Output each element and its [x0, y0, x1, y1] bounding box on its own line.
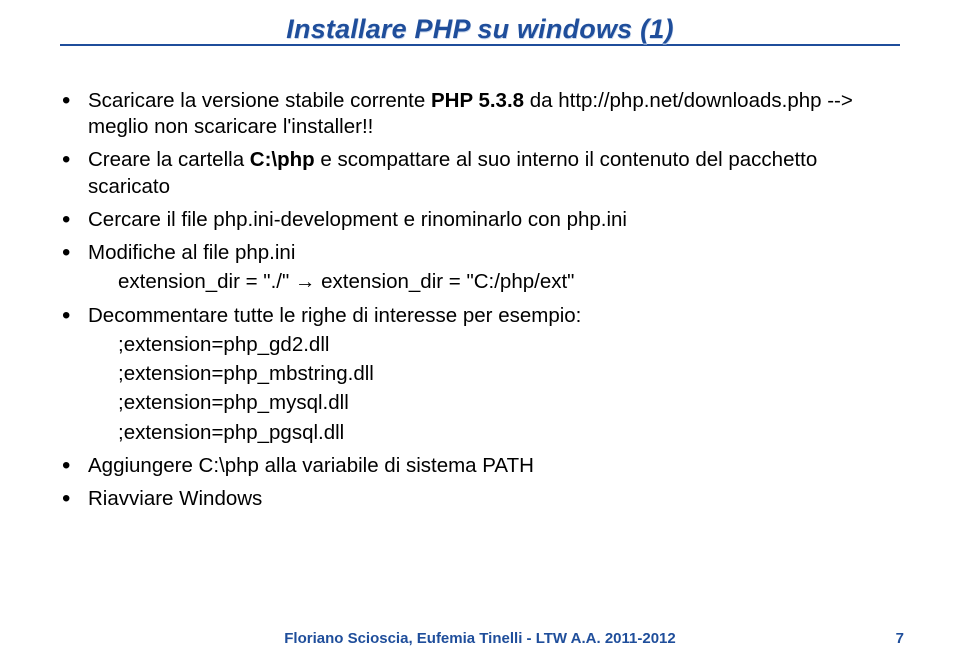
- bullet-text: Scaricare la versione stabile corrente P…: [88, 89, 853, 138]
- bullet-item: Scaricare la versione stabile corrente P…: [60, 88, 900, 140]
- arrow-icon: →: [295, 270, 316, 293]
- bullet-subtext: ;extension=php_mbstring.dll: [88, 361, 900, 387]
- bullet-subtext: ;extension=php_mysql.dll: [88, 390, 900, 416]
- slide-body: Scaricare la versione stabile corrente P…: [60, 88, 900, 512]
- bullet-text: Aggiungere C:\php alla variabile di sist…: [88, 454, 534, 477]
- footer: Floriano Scioscia, Eufemia Tinelli - LTW…: [0, 630, 960, 647]
- bullet-text: Cercare il file php.ini-development e ri…: [88, 208, 627, 231]
- bullet-text: Modifiche al file php.ini: [88, 241, 295, 264]
- bullet-subtext: ;extension=php_pgsql.dll: [88, 420, 900, 446]
- slide-title-text: Installare PHP su windows (1): [60, 0, 900, 45]
- bullet-item: Decommentare tutte le righe di interesse…: [60, 303, 900, 446]
- bullet-text: Riavviare Windows: [88, 487, 262, 510]
- bullet-text: Creare la cartella C:\php e scompattare …: [88, 148, 817, 197]
- bullet-list: Scaricare la versione stabile corrente P…: [60, 88, 900, 512]
- bullet-item: Riavviare Windows: [60, 486, 900, 512]
- bullet-subtext: extension_dir = "./" → extension_dir = "…: [88, 269, 900, 295]
- bullet-text: Decommentare tutte le righe di interesse…: [88, 304, 581, 327]
- slide: Installare PHP su windows (1) Installare…: [0, 0, 960, 669]
- bullet-subtext: ;extension=php_gd2.dll: [88, 332, 900, 358]
- bullet-item: Aggiungere C:\php alla variabile di sist…: [60, 453, 900, 479]
- bullet-item: Creare la cartella C:\php e scompattare …: [60, 147, 900, 199]
- page-number: 7: [896, 630, 904, 647]
- bullet-item: Cercare il file php.ini-development e ri…: [60, 207, 900, 233]
- footer-text: Floriano Scioscia, Eufemia Tinelli - LTW…: [284, 630, 676, 647]
- slide-title: Installare PHP su windows (1) Installare…: [60, 0, 900, 42]
- bullet-item: Modifiche al file php.ini extension_dir =…: [60, 240, 900, 295]
